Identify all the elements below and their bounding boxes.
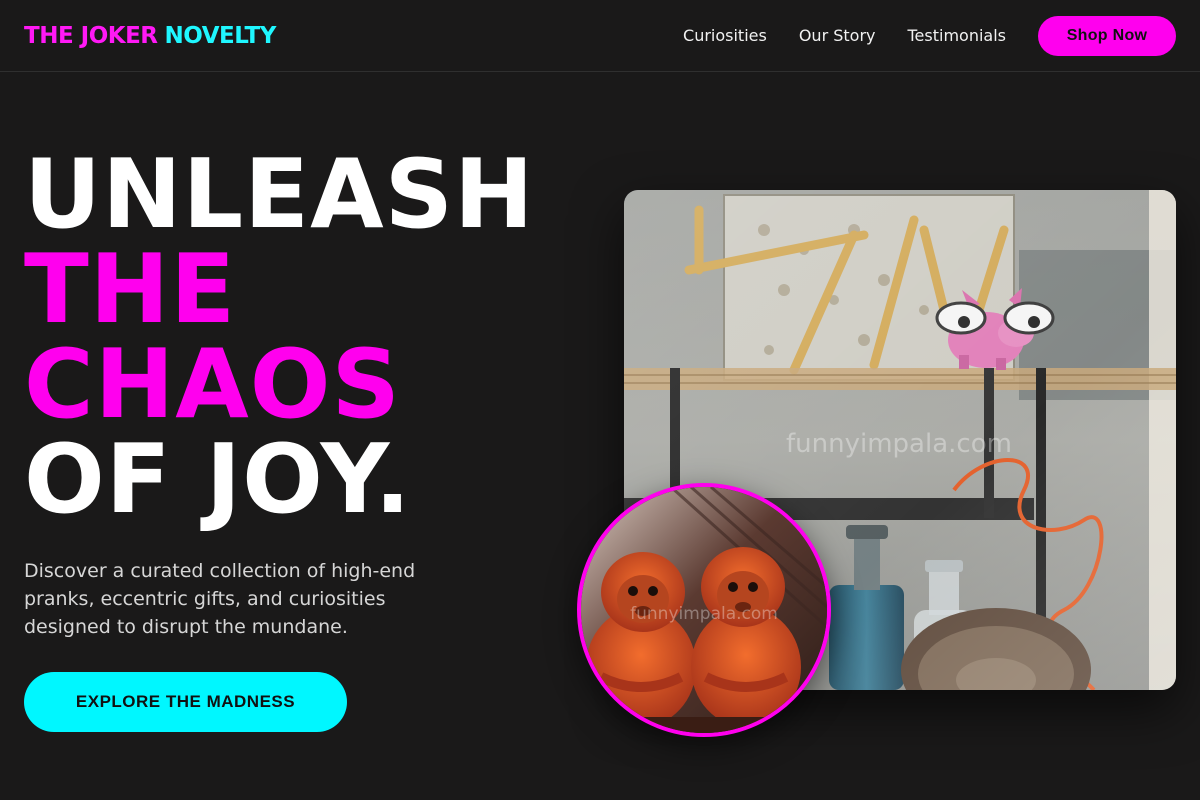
hero-title-line-3: CHAOS <box>24 330 401 440</box>
hero-subtitle: Discover a curated collection of high-en… <box>24 560 416 638</box>
main-nav: Curiosities Our Story Testimonials Shop … <box>683 15 1176 56</box>
explore-button[interactable]: EXPLORE THE MADNESS <box>24 672 347 732</box>
hero-title-line-1: UNLEASH <box>24 140 535 250</box>
brand-name-part1: THE JOKER <box>24 22 158 49</box>
hero-title-line-2: THE <box>24 235 237 345</box>
shop-watermark: funnyimpala.com <box>786 429 1012 459</box>
nav-link-curiosities[interactable]: Curiosities <box>683 26 767 45</box>
site-header: THE JOKER NOVELTY Curiosities Our Story … <box>0 0 1200 72</box>
hero-title: UNLEASH THE CHAOS OF JOY. <box>24 148 535 528</box>
brand-name-part2: NOVELTY <box>164 22 277 49</box>
nav-link-our-story[interactable]: Our Story <box>799 26 876 45</box>
landing-page: THE JOKER NOVELTY Curiosities Our Story … <box>0 0 1200 800</box>
circle-watermark: funnyimpala.com <box>630 604 778 624</box>
nav-link-testimonials[interactable]: Testimonials <box>908 26 1007 45</box>
monkey-figurines-image: funnyimpala.com <box>577 483 831 737</box>
brand-logo[interactable]: THE JOKER NOVELTY <box>24 23 276 49</box>
shop-now-button[interactable]: Shop Now <box>1038 15 1176 56</box>
hero-title-line-4: OF JOY. <box>24 425 412 535</box>
